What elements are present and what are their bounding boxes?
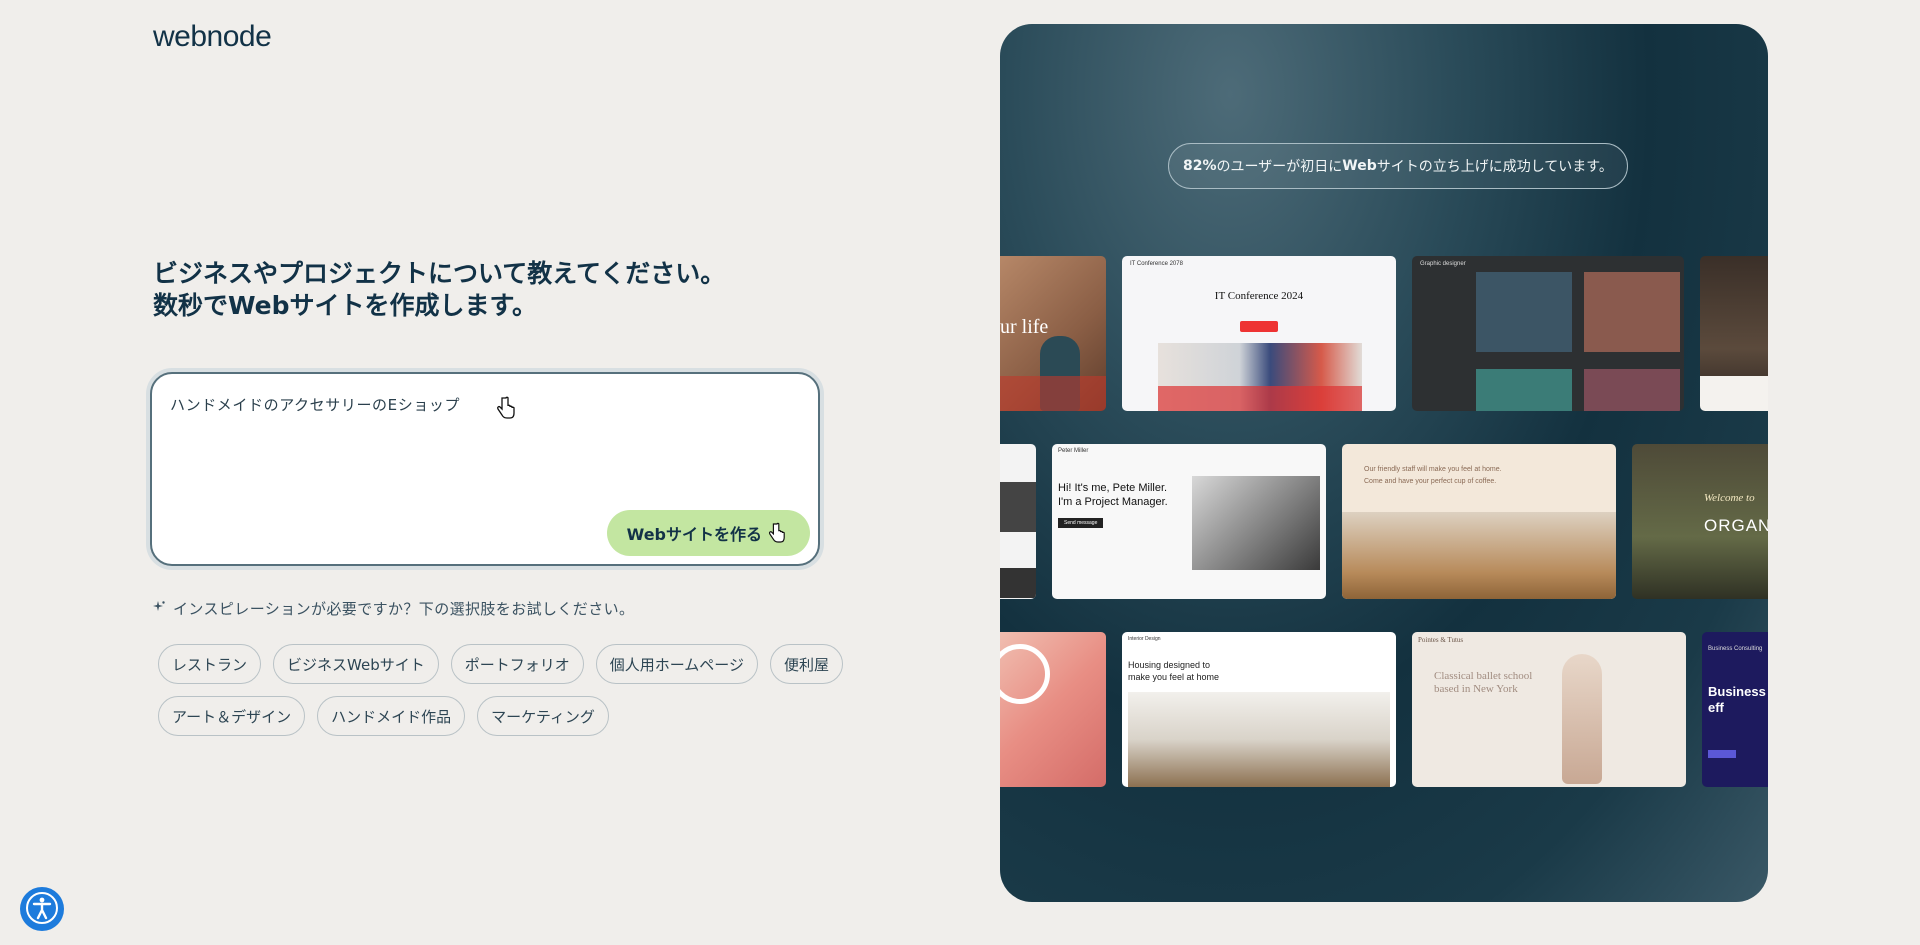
project-description-input[interactable]: ハンドメイドのアクセサリーのEショップ Webサイトを作る: [150, 372, 820, 566]
thumb-text: make you feel at home: [1128, 672, 1220, 682]
chip-art-design[interactable]: アート＆デザイン: [158, 696, 306, 736]
template-showcase-panel: 82% のユーザーが初日に Web サイトの立ち上げに成功しています。 our …: [1000, 24, 1768, 902]
template-thumb-portrait[interactable]: [1000, 632, 1106, 787]
headline-line-1: ビジネスやプロジェクトについて教えてください。: [153, 259, 726, 288]
accessibility-button[interactable]: [20, 887, 64, 931]
hand-cursor-icon: [496, 396, 516, 424]
chip-portfolio[interactable]: ポートフォリオ: [450, 644, 584, 684]
chip-handmade[interactable]: ハンドメイド作品: [317, 696, 466, 736]
template-thumb-project-manager[interactable]: Peter Miller Hi! It's me, Pete Miller. I…: [1052, 444, 1326, 599]
thumb-text: Peter Miller: [1058, 448, 1089, 454]
success-stat-badge: 82% のユーザーが初日に Web サイトの立ち上げに成功しています。: [1168, 143, 1628, 189]
sparkle-icon: [153, 600, 165, 617]
create-website-label: Webサイトを作る: [626, 525, 762, 544]
accessibility-icon: [25, 891, 59, 928]
thumb-text: our life: [1000, 316, 1049, 338]
template-thumb-consulting[interactable]: Business Consulting Business solved eff: [1702, 632, 1768, 787]
chip-handyman[interactable]: 便利屋: [770, 644, 844, 684]
template-thumb-interior[interactable]: Interior Design Housing designed to make…: [1122, 632, 1396, 787]
thumb-text: Business solved eff: [1708, 684, 1768, 715]
thumb-text: Come and have your perfect cup of coffee…: [1364, 478, 1497, 485]
thumb-text: Business Consulting: [1708, 646, 1763, 652]
thumb-text: Interior Design: [1128, 636, 1161, 642]
suggestion-chips: レストラン ビジネスWebサイト ポートフォリオ 個人用ホームページ 便利屋 ア…: [158, 644, 878, 736]
inspiration-hint: インスピレーションが必要ですか？下の選択肢をお試しください。: [153, 598, 634, 619]
hand-cursor-icon: [768, 522, 786, 548]
thumb-text: IT Conference 2078: [1130, 261, 1183, 267]
thumb-title: IT Conference 2024: [1214, 290, 1304, 302]
chip-restaurant[interactable]: レストラン: [158, 644, 262, 684]
stat-tail: サイトの立ち上げに成功しています。: [1376, 159, 1613, 175]
thumb-text: Hi! It's me, Pete Miller.: [1058, 482, 1168, 494]
stat-percent: 82%: [1183, 158, 1217, 174]
stat-text: のユーザーが初日に: [1216, 159, 1343, 175]
inspiration-text: インスピレーションが必要ですか？下の選択肢をお試しください。: [173, 600, 635, 618]
chip-business-website[interactable]: ビジネスWebサイト: [273, 644, 439, 684]
thumb-text: Graphic designer: [1420, 261, 1466, 267]
thumb-text: ORGAN: [1704, 516, 1768, 535]
template-thumb-coffee[interactable]: [1700, 256, 1768, 411]
template-thumb-ballet[interactable]: Pointes & Tutus Classical ballet school …: [1412, 632, 1686, 787]
thumb-text: Our friendly staff will make you feel at…: [1364, 466, 1502, 473]
thumb-text: Classical ballet school based in New Yor…: [1434, 670, 1533, 695]
thumb-text: Housing designed to: [1128, 660, 1211, 670]
template-thumb-partial[interactable]: [1000, 444, 1036, 599]
thumb-text: I'm a Project Manager.: [1058, 496, 1168, 508]
stat-web: Web: [1342, 158, 1377, 174]
prompt-input-value[interactable]: ハンドメイドのアクセサリーのEショップ: [170, 394, 460, 415]
thumb-text: Send message: [1058, 518, 1104, 528]
template-thumb-cafe[interactable]: Our friendly staff will make you feel at…: [1342, 444, 1616, 599]
headline-line-2: 数秒でWebサイトを作成します。: [153, 291, 538, 320]
template-thumb-it-conference[interactable]: IT Conference 2078 IT Conference 2024: [1122, 256, 1396, 411]
thumb-text: Welcome to: [1704, 492, 1755, 504]
chip-personal-homepage[interactable]: 個人用ホームページ: [595, 644, 759, 684]
thumb-text: Pointes & Tutus: [1418, 636, 1464, 644]
page-headline: ビジネスやプロジェクトについて教えてください。 数秒でWebサイトを作成します。: [153, 258, 793, 322]
create-website-button[interactable]: Webサイトを作る: [606, 510, 810, 556]
chip-marketing[interactable]: マーケティング: [477, 696, 609, 736]
webnode-logo[interactable]: webnode: [153, 20, 272, 54]
template-thumb-organic[interactable]: Welcome to ORGAN: [1632, 444, 1768, 599]
template-thumb-graphic-designer[interactable]: Graphic designer: [1412, 256, 1684, 411]
template-thumb-yoga[interactable]: our life: [1000, 256, 1106, 411]
